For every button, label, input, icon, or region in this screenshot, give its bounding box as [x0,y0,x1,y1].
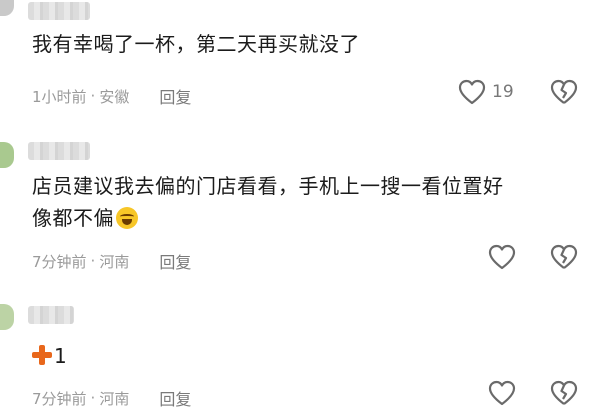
dislike-button[interactable] [550,380,578,410]
heart-icon [488,380,516,406]
like-button[interactable]: 19 [458,79,514,105]
avatar[interactable] [0,0,14,16]
like-button[interactable] [488,244,516,270]
comment-location: 河南 [99,389,130,408]
comment-location: 安徽 [99,87,130,106]
comment-text-line-2: 像都不偏 [32,202,504,234]
dislike-button[interactable] [550,79,578,109]
reply-button[interactable]: 回复 [159,386,191,410]
username-blurred[interactable] [28,2,90,20]
comment-time: 7分钟前 [32,252,87,271]
comment-item: 店员建议我去偏的门店看看，手机上一搜一看位置好 像都不偏 7分钟前 · 河南 回… [0,130,600,280]
username-blurred[interactable] [28,306,74,324]
laughing-crying-emoji-icon [116,207,138,229]
broken-heart-icon [550,79,578,104]
comment-location: 河南 [99,252,130,271]
heart-icon [488,244,516,270]
dislike-button[interactable] [550,244,578,274]
like-button[interactable] [488,380,516,406]
comment-item: 1 7分钟前 · 河南 回复 [0,290,600,420]
avatar[interactable] [0,304,14,330]
avatar[interactable] [0,142,14,168]
comment-text: 店员建议我去偏的门店看看，手机上一搜一看位置好 像都不偏 [32,170,504,234]
comment-meta: 7分钟前 · 河南 回复 [32,386,191,410]
like-count: 19 [492,82,514,102]
comment-item: 我有幸喝了一杯，第二天再买就没了 1小时前 · 安徽 回复 19 [0,0,600,130]
separator: · [90,389,96,407]
reply-button[interactable]: 回复 [159,84,191,108]
comment-text-line-1: 店员建议我去偏的门店看看，手机上一搜一看位置好 [32,174,504,198]
comment-meta: 7分钟前 · 河南 回复 [32,249,191,273]
plus-icon [32,345,52,365]
comment-text-value: 1 [54,344,68,368]
comment-text: 我有幸喝了一杯，第二天再买就没了 [32,32,360,56]
broken-heart-icon [550,244,578,269]
separator: · [90,87,96,105]
comment-time: 1小时前 [32,87,87,106]
comment-text: 1 [32,340,67,372]
heart-icon [458,79,486,105]
broken-heart-icon [550,380,578,405]
username-blurred[interactable] [28,142,90,160]
reply-button[interactable]: 回复 [159,249,191,273]
separator: · [90,252,96,270]
comment-time: 7分钟前 [32,389,87,408]
comment-meta: 1小时前 · 安徽 回复 [32,84,191,108]
comment-text-line-2-text: 像都不偏 [32,206,114,230]
